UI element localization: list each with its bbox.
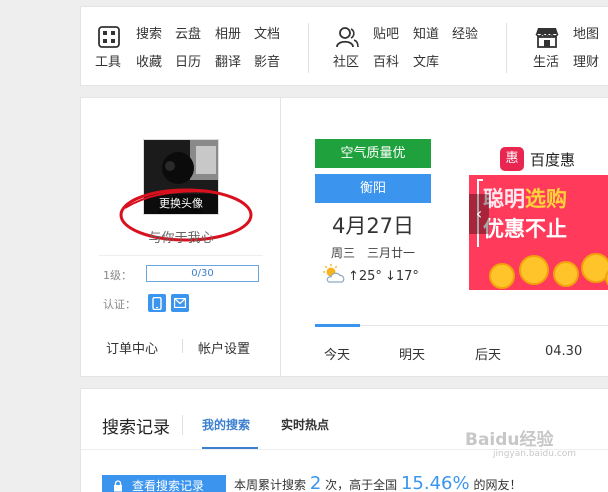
promo-prev-button[interactable]: ‹ <box>469 194 489 234</box>
life-link-finance[interactable]: 理财 <box>573 51 599 70</box>
life-label[interactable]: 生活 <box>533 51 559 70</box>
community-link-jingyan[interactable]: 经验 <box>452 23 478 42</box>
order-center-link[interactable]: 订单中心 <box>106 338 158 357</box>
promo-banner[interactable]: 惠 百度惠 聪明选购 优惠不止 <box>469 139 608 290</box>
day-tab-indicator <box>315 324 360 327</box>
level-progress-bar[interactable]: 0/30 <box>146 265 259 282</box>
weather-date: 4月27日 <box>331 214 415 238</box>
tool-link-media[interactable]: 影音 <box>254 51 280 70</box>
temperature-row: ↑25° ↓17° <box>323 264 419 288</box>
watermark-brand: Baidu经验 <box>465 430 554 450</box>
city-selector[interactable]: 衡阳 <box>315 174 431 203</box>
weather-lunar-date: 周三 三月廿一 <box>330 246 415 260</box>
tools-label[interactable]: 工具 <box>95 51 121 70</box>
stats-count: 2 <box>309 473 322 492</box>
store-icon[interactable] <box>534 24 560 50</box>
stats-text-a: 本周累计搜索 <box>234 478 307 492</box>
phone-icon[interactable] <box>148 294 166 312</box>
coin-graphic <box>581 253 608 283</box>
tool-link-docs[interactable]: 文档 <box>254 23 280 42</box>
air-quality-badge: 空气质量优 <box>315 139 431 168</box>
sun-cloud-icon <box>323 264 345 288</box>
community-link-wenku[interactable]: 文库 <box>413 51 439 70</box>
tool-link-cloud[interactable]: 云盘 <box>175 23 201 42</box>
life-link-map[interactable]: 地图 <box>573 23 599 42</box>
community-link-zhidao[interactable]: 知道 <box>413 23 439 42</box>
promo-headline-a: 聪明 <box>483 187 525 211</box>
coin-graphic <box>489 263 515 289</box>
search-stats: 本周累计搜索 2 次，高于全国 15.46% 的网友！ <box>234 473 521 492</box>
day-tab-tomorrow[interactable]: 明天 <box>399 344 425 363</box>
watermark-url: jingyan.baidu.com <box>493 449 577 459</box>
profile-card: 更换头像 与你于我心 1级： 0/30 认证： 订单中心 帐户设置 <box>80 97 280 377</box>
account-settings-link[interactable]: 帐户设置 <box>198 338 250 357</box>
top-toolbar: 工具 搜索 云盘 相册 文档 收藏 日历 翻译 影音 社区 贴吧 知道 经验 百… <box>80 6 608 86</box>
stats-percent: 15.46% <box>400 473 470 492</box>
day-tab-day-after[interactable]: 后天 <box>475 344 501 363</box>
tool-link-album[interactable]: 相册 <box>215 23 241 42</box>
promo-body: 聪明选购 优惠不止 <box>469 175 608 290</box>
tool-link-translate[interactable]: 翻译 <box>215 51 241 70</box>
day-tabs-line <box>360 325 608 326</box>
life-group: 生活 地图 理财 <box>521 7 608 87</box>
profile-links-divider <box>182 339 183 353</box>
tools-group: 工具 搜索 云盘 相册 文档 收藏 日历 翻译 影音 <box>81 7 311 87</box>
promo-header: 惠 百度惠 <box>469 139 608 175</box>
tool-link-favorites[interactable]: 收藏 <box>136 51 162 70</box>
level-progress-text: 0/30 <box>191 268 214 279</box>
promo-brand: 百度惠 <box>530 151 576 169</box>
promo-headline-b: 选购 <box>525 187 567 211</box>
community-label[interactable]: 社区 <box>333 51 359 70</box>
promo-headline: 聪明选购 <box>469 183 608 213</box>
day-tab-today[interactable]: 今天 <box>324 344 350 363</box>
community-group: 社区 贴吧 知道 经验 百科 文库 <box>321 7 501 87</box>
tool-link-calendar[interactable]: 日历 <box>175 51 201 70</box>
username: 与你于我心 <box>148 231 214 246</box>
stats-text-c: 的网友！ <box>473 478 522 492</box>
day-tab-date[interactable]: 04.30 <box>545 344 582 359</box>
stats-text-b: 次，高于全国 <box>325 478 398 492</box>
profile-divider <box>99 255 263 256</box>
day-tabs: 今天 明天 后天 04.30 <box>315 324 608 378</box>
baidu-jingyan-watermark: Baidu经验 jingyan.baidu.com <box>465 425 605 470</box>
weather-card: 空气质量优 衡阳 4月27日 周三 三月廿一 ↑25° ↓17° 惠 百度惠 聪… <box>280 97 608 377</box>
tool-link-search[interactable]: 搜索 <box>136 23 162 42</box>
coin-graphic <box>519 255 549 285</box>
people-icon[interactable] <box>334 24 360 50</box>
search-history-title: 搜索记录 <box>102 418 170 438</box>
tab-trending[interactable]: 实时热点 <box>281 416 329 433</box>
community-link-baike[interactable]: 百科 <box>373 51 399 70</box>
toolbar-divider <box>308 23 309 73</box>
lock-icon <box>114 480 122 492</box>
mail-icon[interactable] <box>171 294 189 312</box>
coin-graphic <box>553 261 579 287</box>
promo-logo-icon: 惠 <box>500 147 524 171</box>
view-search-history-button[interactable]: 查看搜索记录 <box>102 475 226 492</box>
history-title-divider <box>182 415 183 435</box>
grid-icon[interactable] <box>96 24 122 50</box>
temp-high: ↑25° <box>348 268 382 284</box>
level-label: 1级： <box>103 269 132 282</box>
tab-my-searches[interactable]: 我的搜索 <box>202 416 250 433</box>
community-link-tieba[interactable]: 贴吧 <box>373 23 399 42</box>
verify-label: 认证： <box>103 298 136 311</box>
temp-low: ↓17° <box>384 268 419 284</box>
toolbar-divider <box>506 23 507 73</box>
promo-subline: 优惠不止 <box>483 217 567 241</box>
view-search-history-label: 查看搜索记录 <box>132 479 205 492</box>
